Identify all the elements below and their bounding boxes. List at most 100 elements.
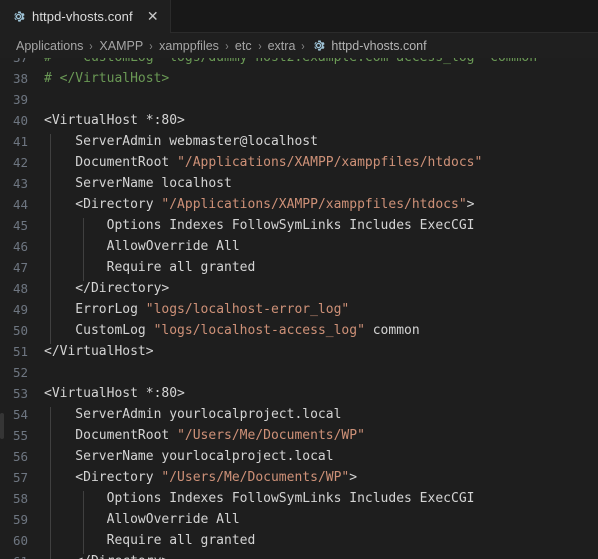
- gear-icon: [11, 9, 26, 24]
- code-token-plain: <VirtualHost *:80>: [44, 386, 185, 401]
- code-token-plain: </Directory>: [44, 554, 169, 559]
- line-number: 59: [12, 512, 28, 527]
- line-number: 48: [12, 281, 28, 296]
- code-line[interactable]: 56 ServerName yourlocalproject.local: [0, 446, 598, 470]
- code-line[interactable]: 55 DocumentRoot "/Users/Me/Documents/WP": [0, 425, 598, 449]
- code-line-content: <VirtualHost *:80>: [44, 113, 598, 128]
- line-number: 46: [12, 239, 28, 254]
- code-line[interactable]: 59 AllowOverride All: [0, 509, 598, 533]
- code-editor[interactable]: 37# CustomLog "logs/dummy-host2.example.…: [0, 58, 598, 559]
- code-line-content: CustomLog "logs/localhost-access_log" co…: [44, 323, 598, 344]
- breadcrumb: Applications › XAMPP › xamppfiles › etc › extra ›…: [0, 33, 598, 58]
- code-token-plain: Options Indexes FollowSymLinks Includes …: [44, 491, 475, 506]
- code-line[interactable]: 41 ServerAdmin webmaster@localhost: [0, 131, 598, 155]
- code-line-content: # </VirtualHost>: [44, 71, 598, 86]
- code-token-plain: ServerAdmin yourlocalproject.local: [44, 407, 342, 422]
- line-number: 49: [12, 302, 28, 317]
- line-number: 41: [12, 134, 28, 149]
- code-token-plain: DocumentRoot: [44, 428, 178, 443]
- breadcrumb-separator: ›: [257, 38, 262, 53]
- code-line[interactable]: 50 CustomLog "logs/localhost-access_log"…: [0, 320, 598, 344]
- code-token-string: "/Applications/XAMPP/xamppfiles/htdocs": [177, 155, 483, 170]
- code-line-content: ServerAdmin webmaster@localhost: [44, 134, 598, 155]
- code-line[interactable]: 43 ServerName localhost: [0, 173, 598, 197]
- code-line-content: <Directory "/Applications/XAMPP/xamppfil…: [44, 197, 598, 218]
- code-line[interactable]: 60 Require all granted: [0, 530, 598, 554]
- code-line[interactable]: 45 Options Indexes FollowSymLinks Includ…: [0, 215, 598, 239]
- code-token-plain: AllowOverride All: [44, 239, 240, 254]
- tab-httpd-vhosts-conf[interactable]: httpd-vhosts.conf ✕: [0, 0, 171, 33]
- breadcrumb-item[interactable]: etc: [235, 39, 252, 53]
- code-token-plain: ServerAdmin webmaster@localhost: [44, 134, 318, 149]
- breadcrumb-separator: ›: [301, 38, 306, 53]
- code-line-content: <Directory "/Users/Me/Documents/WP">: [44, 470, 598, 491]
- code-line-content: </VirtualHost>: [44, 344, 598, 359]
- breadcrumb-separator: ›: [89, 38, 94, 53]
- tab-label: httpd-vhosts.conf: [32, 8, 133, 24]
- code-line-content: ServerName yourlocalproject.local: [44, 449, 598, 470]
- code-line-content: DocumentRoot "/Users/Me/Documents/WP": [44, 428, 598, 449]
- line-number: 55: [12, 428, 28, 443]
- line-number: 53: [12, 386, 28, 401]
- code-line[interactable]: 37# CustomLog "logs/dummy-host2.example.…: [0, 58, 598, 68]
- breadcrumb-item[interactable]: xamppfiles: [159, 39, 219, 53]
- code-token-string: "/Applications/XAMPP/xamppfiles/htdocs": [161, 197, 467, 212]
- breadcrumb-item[interactable]: httpd-vhosts.conf: [331, 39, 426, 53]
- tab-close-icon[interactable]: ✕: [145, 8, 161, 24]
- code-line[interactable]: 53 <VirtualHost *:80>: [0, 383, 598, 404]
- code-line[interactable]: 42 DocumentRoot "/Applications/XAMPP/xam…: [0, 152, 598, 176]
- line-number: 42: [12, 155, 28, 170]
- code-token-plain: ServerName yourlocalproject.local: [44, 449, 334, 464]
- code-line-content: Options Indexes FollowSymLinks Includes …: [44, 218, 598, 239]
- breadcrumb-item[interactable]: Applications: [16, 39, 83, 53]
- line-number: 39: [12, 92, 28, 107]
- line-number: 37: [0, 58, 44, 65]
- code-line-content: ErrorLog "logs/localhost-error_log": [44, 302, 598, 323]
- code-line-content: Options Indexes FollowSymLinks Includes …: [44, 491, 598, 512]
- code-line[interactable]: 51 </VirtualHost>: [0, 341, 598, 362]
- breadcrumb-item[interactable]: XAMPP: [99, 39, 143, 53]
- line-number: 44: [12, 197, 28, 212]
- code-line-content: Require all granted: [44, 260, 598, 281]
- code-line-content: DocumentRoot "/Applications/XAMPP/xamppf…: [44, 155, 598, 176]
- code-line[interactable]: 44 <Directory "/Applications/XAMPP/xampp…: [0, 194, 598, 218]
- line-number: 43: [12, 176, 28, 191]
- code-line-content: <VirtualHost *:80>: [44, 386, 598, 401]
- code-line-content: </Directory>: [44, 554, 598, 559]
- indent-guide: [50, 554, 51, 559]
- code-line[interactable]: 46 AllowOverride All: [0, 236, 598, 260]
- line-number: 58: [12, 491, 28, 506]
- code-line-content: Require all granted: [44, 533, 598, 554]
- breadcrumb-item[interactable]: extra: [268, 39, 296, 53]
- code-line[interactable]: 52: [0, 362, 598, 383]
- code-line-content: AllowOverride All: [44, 512, 598, 533]
- code-token-comment: # </VirtualHost>: [44, 71, 170, 86]
- breadcrumb-separator: ›: [149, 38, 153, 53]
- code-line[interactable]: 48 </Directory>: [0, 278, 598, 302]
- code-line[interactable]: 39: [0, 89, 598, 110]
- code-line[interactable]: 61 </Directory>: [0, 551, 598, 559]
- code-token-string: "logs/localhost-error_log": [145, 302, 350, 317]
- code-token-comment: # CustomLog "logs/dummy-host2.example.co…: [44, 58, 537, 65]
- line-number: 47: [12, 260, 28, 275]
- line-number: 38: [12, 71, 28, 86]
- line-number: 54: [12, 407, 28, 422]
- code-line[interactable]: 49 ErrorLog "logs/localhost-error_log": [0, 299, 598, 323]
- line-number: 56: [12, 449, 28, 464]
- tab-bar: httpd-vhosts.conf ✕: [0, 0, 598, 33]
- code-line[interactable]: 54 ServerAdmin yourlocalproject.local: [0, 404, 598, 428]
- code-line[interactable]: 40 <VirtualHost *:80>: [0, 110, 598, 131]
- code-line[interactable]: 58 Options Indexes FollowSymLinks Includ…: [0, 488, 598, 512]
- code-line[interactable]: 47 Require all granted: [0, 257, 598, 281]
- line-number: 52: [12, 365, 28, 380]
- code-line-content: ServerName localhost: [44, 176, 598, 197]
- code-line[interactable]: 38 # </VirtualHost>: [0, 68, 598, 89]
- code-token-string: "/Users/Me/Documents/WP": [161, 470, 350, 485]
- breadcrumb-separator: ›: [225, 38, 229, 53]
- code-line[interactable]: 57 <Directory "/Users/Me/Documents/WP">: [0, 467, 598, 491]
- code-token-plain: DocumentRoot: [44, 155, 178, 170]
- line-number: 51: [12, 344, 28, 359]
- code-token-plain: <Directory: [44, 470, 162, 485]
- code-line-content: </Directory>: [44, 281, 598, 302]
- code-token-plain: Require all granted: [44, 260, 256, 275]
